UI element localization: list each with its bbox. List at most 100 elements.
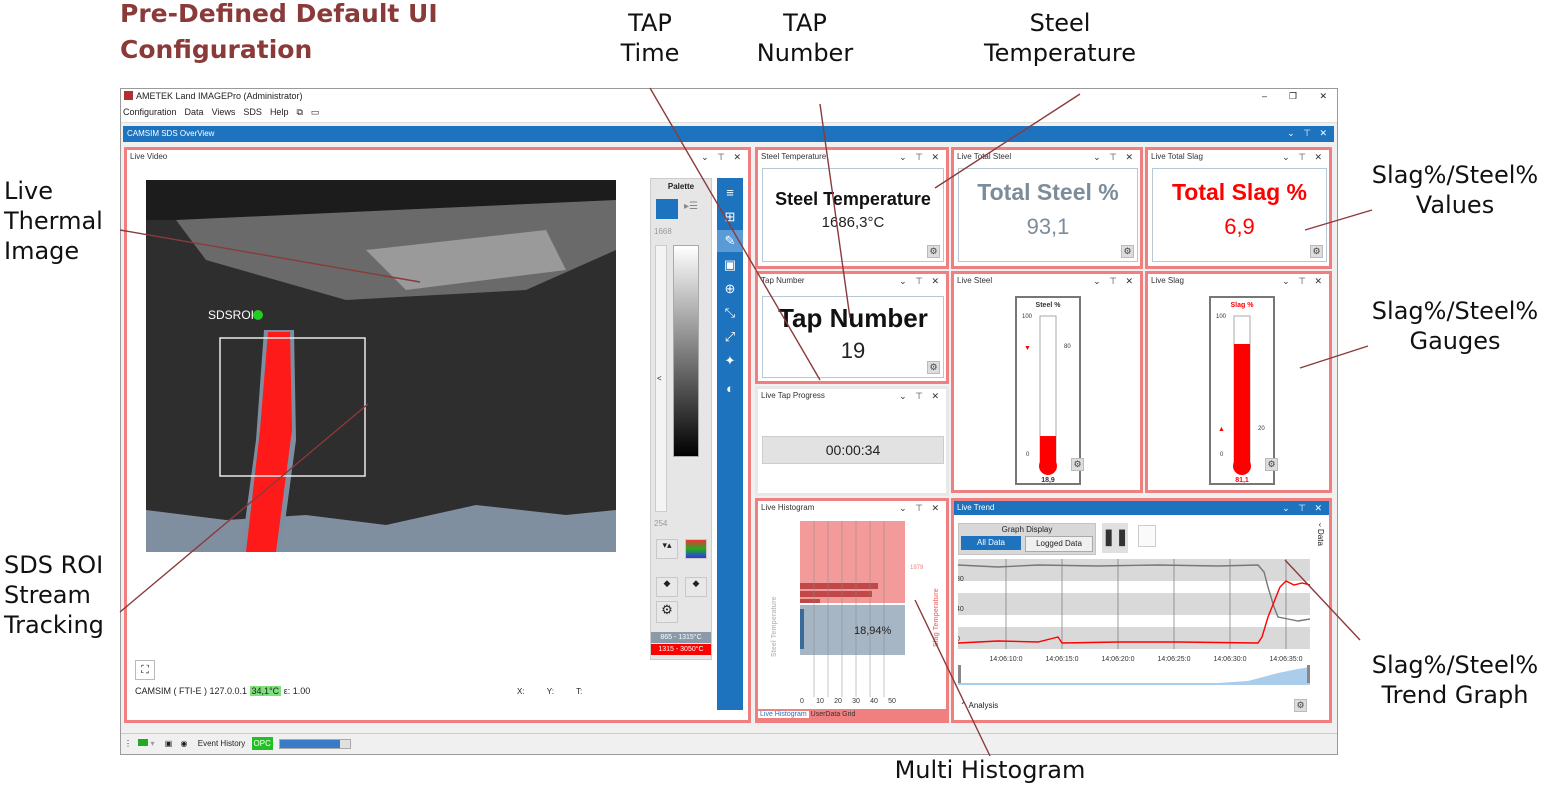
sparkle-icon[interactable]: ✦: [717, 350, 743, 372]
scale-down-button[interactable]: ▾▴: [656, 539, 678, 559]
panel-controls[interactable]: ⌄ ⊤ ✕: [1093, 274, 1136, 288]
legend-range-1: 865 - 1315°C: [651, 632, 711, 643]
palette-top-value[interactable]: 1668: [654, 227, 672, 236]
menu-icon[interactable]: ≡: [717, 182, 743, 204]
thermal-image[interactable]: SDSROI: [146, 180, 616, 552]
steel-temp-label: Steel Temperature: [775, 189, 931, 209]
panel-controls[interactable]: ⌄ ⊤ ✕: [899, 389, 942, 403]
opc-badge: OPC: [251, 737, 273, 750]
gauge-bulb: [1039, 457, 1057, 475]
settings-gear-icon[interactable]: ⚙: [1121, 245, 1134, 258]
chevron-left-icon[interactable]: ‹: [1319, 520, 1322, 529]
zoom-icon[interactable]: ⊕: [717, 278, 743, 300]
palette-mode-button[interactable]: [656, 199, 678, 219]
palette-bottom-value[interactable]: 254: [654, 519, 667, 528]
palette-list-icon[interactable]: ▸☰: [684, 201, 698, 212]
image-icon[interactable]: ▣: [717, 254, 743, 276]
video-toolbar: ≡ ⊞ ✎ ▣ ⊕ ⤡ ⤢ ✦ ◐: [717, 178, 743, 710]
tab-live-histogram[interactable]: Live Histogram: [758, 711, 809, 718]
paint-bucket-right-button[interactable]: ◆: [685, 577, 707, 597]
menu-views[interactable]: Views: [212, 107, 236, 117]
collapse-icon[interactable]: ⤡: [717, 302, 743, 324]
panel-controls[interactable]: ⌄ ⊤ ✕: [1282, 501, 1325, 515]
camera-status-icon[interactable]: [138, 739, 149, 746]
pause-button[interactable]: ❚❚: [1102, 523, 1129, 553]
total-slag-label: Total Slag %: [1171, 179, 1308, 205]
settings-gear-icon[interactable]: ⚙: [927, 361, 940, 374]
roi-label: SDSROI: [208, 308, 254, 322]
panel-title: Tap Number: [761, 276, 805, 285]
trend-xtick: 14:06:30:0: [1213, 656, 1246, 663]
close-window-button[interactable]: ✕: [1319, 89, 1327, 103]
trend-ytick: 40: [958, 606, 964, 613]
panel-controls[interactable]: ⌄ ⊤ ✕: [701, 150, 744, 164]
minimize-button[interactable]: –: [1262, 89, 1267, 103]
status-bar: ⋮ ▾ ▣ ◉ Event History OPC: [121, 733, 1337, 754]
all-data-button[interactable]: All Data: [961, 536, 1021, 550]
callout-slag-values: Slag%/Steel% Values: [1371, 161, 1539, 219]
settings-gear-icon[interactable]: ⚙: [1294, 699, 1307, 712]
analysis-label: Analysis: [968, 701, 999, 710]
settings-gear-icon[interactable]: ⚙: [1265, 458, 1278, 471]
panel-controls[interactable]: ⌄ ⊤ ✕: [899, 501, 942, 515]
callout-live-thermal: Live Thermal Image: [4, 177, 103, 265]
panel-header: Live Video ⌄ ⊤ ✕: [127, 150, 748, 164]
gauge-max-label: 100: [1216, 314, 1227, 320]
tap-number-value: 19: [840, 338, 866, 363]
settings-gear-icon[interactable]: ⚙: [656, 601, 678, 623]
menu-data[interactable]: Data: [185, 107, 204, 117]
settings-gear-icon[interactable]: ⚙: [1071, 458, 1084, 471]
monitor-icon[interactable]: ▭: [311, 107, 320, 117]
analysis-toggle[interactable]: ⌃ Analysis: [960, 701, 998, 710]
tab-userdata-grid[interactable]: UserData Grid: [811, 711, 856, 718]
event-history-label[interactable]: Event History: [198, 739, 246, 748]
callout-slag-gauges: Slag%/Steel% Gauges: [1371, 297, 1539, 355]
snapshot-icon[interactable]: ◉: [181, 739, 188, 748]
palette-gradient: [673, 245, 699, 457]
hist-xtick: 0: [800, 698, 804, 705]
data-side-tab[interactable]: ‹ Data: [1315, 521, 1325, 548]
total-steel-value: 93,1: [1026, 214, 1070, 239]
panel-controls[interactable]: ⌄ ⊤ ✕: [899, 274, 942, 288]
logged-data-button[interactable]: Logged Data: [1025, 536, 1093, 552]
callout-tap-time: TAP Time: [620, 9, 680, 67]
settings-gear-icon[interactable]: ⚙: [1310, 245, 1323, 258]
collapse-palette-icon[interactable]: <: [657, 374, 662, 383]
network-icon[interactable]: ⧉: [296, 107, 302, 117]
histogram-tabs: Live Histogram UserData Grid: [758, 709, 946, 720]
tap-progress-value: 00:00:34: [762, 436, 944, 464]
chevron-down-icon[interactable]: ▾: [150, 739, 154, 748]
trend-ytick: 80: [958, 576, 964, 583]
hist-overlay-value: 18,94%: [854, 625, 892, 637]
gauge-value: 18,9: [1041, 477, 1055, 484]
panel-controls[interactable]: ⌄ ⊤ ✕: [1282, 274, 1325, 288]
menu-help[interactable]: Help: [270, 107, 289, 117]
panel-controls[interactable]: ⌄ ⊤ ✕: [899, 150, 942, 164]
panel-title: Live Tap Progress: [761, 391, 825, 400]
record-icon[interactable]: ▣: [165, 739, 173, 748]
fullscreen-icon[interactable]: ⛶: [135, 660, 155, 680]
total-steel-label: Total Steel %: [977, 179, 1119, 205]
panel-controls[interactable]: ⌄ ⊤ ✕: [1093, 150, 1136, 164]
export-icon[interactable]: [1138, 525, 1156, 547]
panel-title: Live Total Slag: [1151, 152, 1203, 161]
live-total-slag-panel: Live Total Slag ⌄ ⊤ ✕ Total Slag % 6,9 ⚙: [1145, 147, 1332, 269]
settings-gear-icon[interactable]: ⚙: [927, 245, 940, 258]
live-tap-progress-panel: Live Tap Progress ⌄ ⊤ ✕ 00:00:34: [755, 386, 949, 496]
grid-icon[interactable]: ⊞: [717, 206, 743, 228]
expand-icon[interactable]: ⤢: [717, 326, 743, 348]
menu-configuration[interactable]: Configuration: [123, 107, 177, 117]
panel-controls[interactable]: ⌄ ⊤ ✕: [1282, 150, 1325, 164]
doc-tab-title[interactable]: CAMSIM SDS OverView: [123, 129, 214, 138]
doc-tab-controls[interactable]: ⌄ ⊤ ✕: [1287, 126, 1330, 140]
panel-title: Steel Temperature: [761, 152, 827, 161]
menu-sds[interactable]: SDS: [243, 107, 262, 117]
document-tab-bar: CAMSIM SDS OverView ⌄ ⊤ ✕: [123, 126, 1334, 142]
color-palette-button[interactable]: [685, 539, 707, 559]
overview-left-handle: [958, 665, 961, 683]
paint-bucket-left-button[interactable]: ◆: [656, 577, 678, 597]
restore-button[interactable]: ❐: [1289, 89, 1297, 103]
palette-icon[interactable]: ✎: [717, 230, 743, 252]
bulb-icon[interactable]: ◐: [717, 378, 743, 400]
legend-range-2: 1315 - 3050°C: [651, 644, 711, 655]
